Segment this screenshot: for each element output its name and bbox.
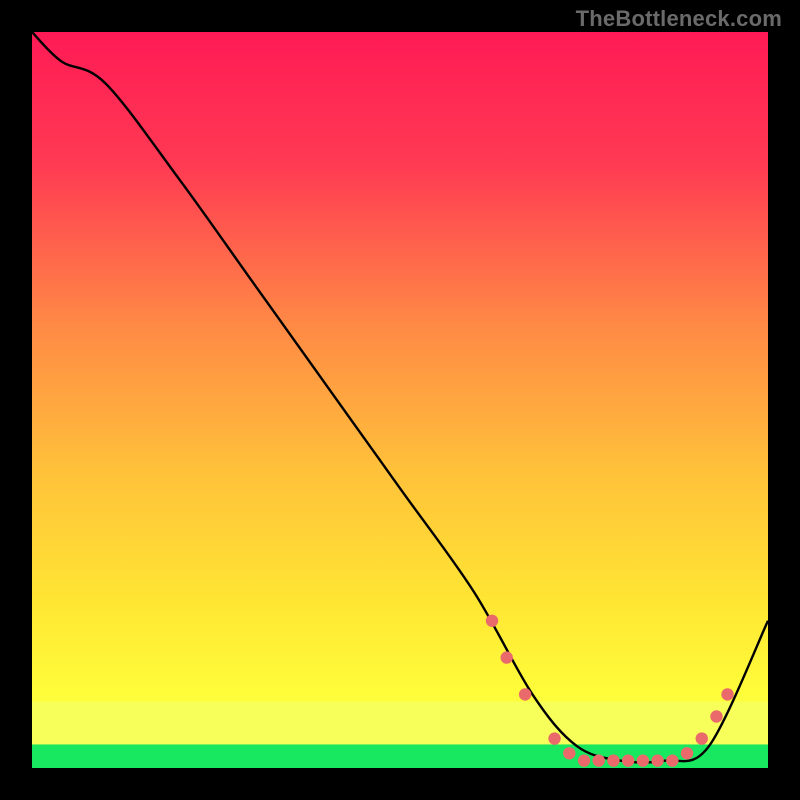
chart-plot-area [32, 32, 768, 768]
highlight-dot [593, 754, 605, 766]
highlight-dot [721, 688, 733, 700]
highlight-dot [710, 710, 722, 722]
highlight-dot [607, 754, 619, 766]
highlight-dot [696, 732, 708, 744]
chart-curve [32, 32, 768, 762]
highlight-dot [578, 754, 590, 766]
highlight-dot [501, 651, 513, 663]
highlight-dot [519, 688, 531, 700]
chart-highlight-dots [486, 615, 734, 767]
highlight-dot [651, 754, 663, 766]
watermark-text: TheBottleneck.com [576, 6, 782, 32]
chart-curve-layer [32, 32, 768, 768]
highlight-dot [666, 754, 678, 766]
highlight-dot [681, 747, 693, 759]
highlight-dot [637, 754, 649, 766]
highlight-dot [548, 732, 560, 744]
highlight-dot [486, 615, 498, 627]
chart-frame: TheBottleneck.com [0, 0, 800, 800]
highlight-dot [563, 747, 575, 759]
highlight-dot [622, 754, 634, 766]
